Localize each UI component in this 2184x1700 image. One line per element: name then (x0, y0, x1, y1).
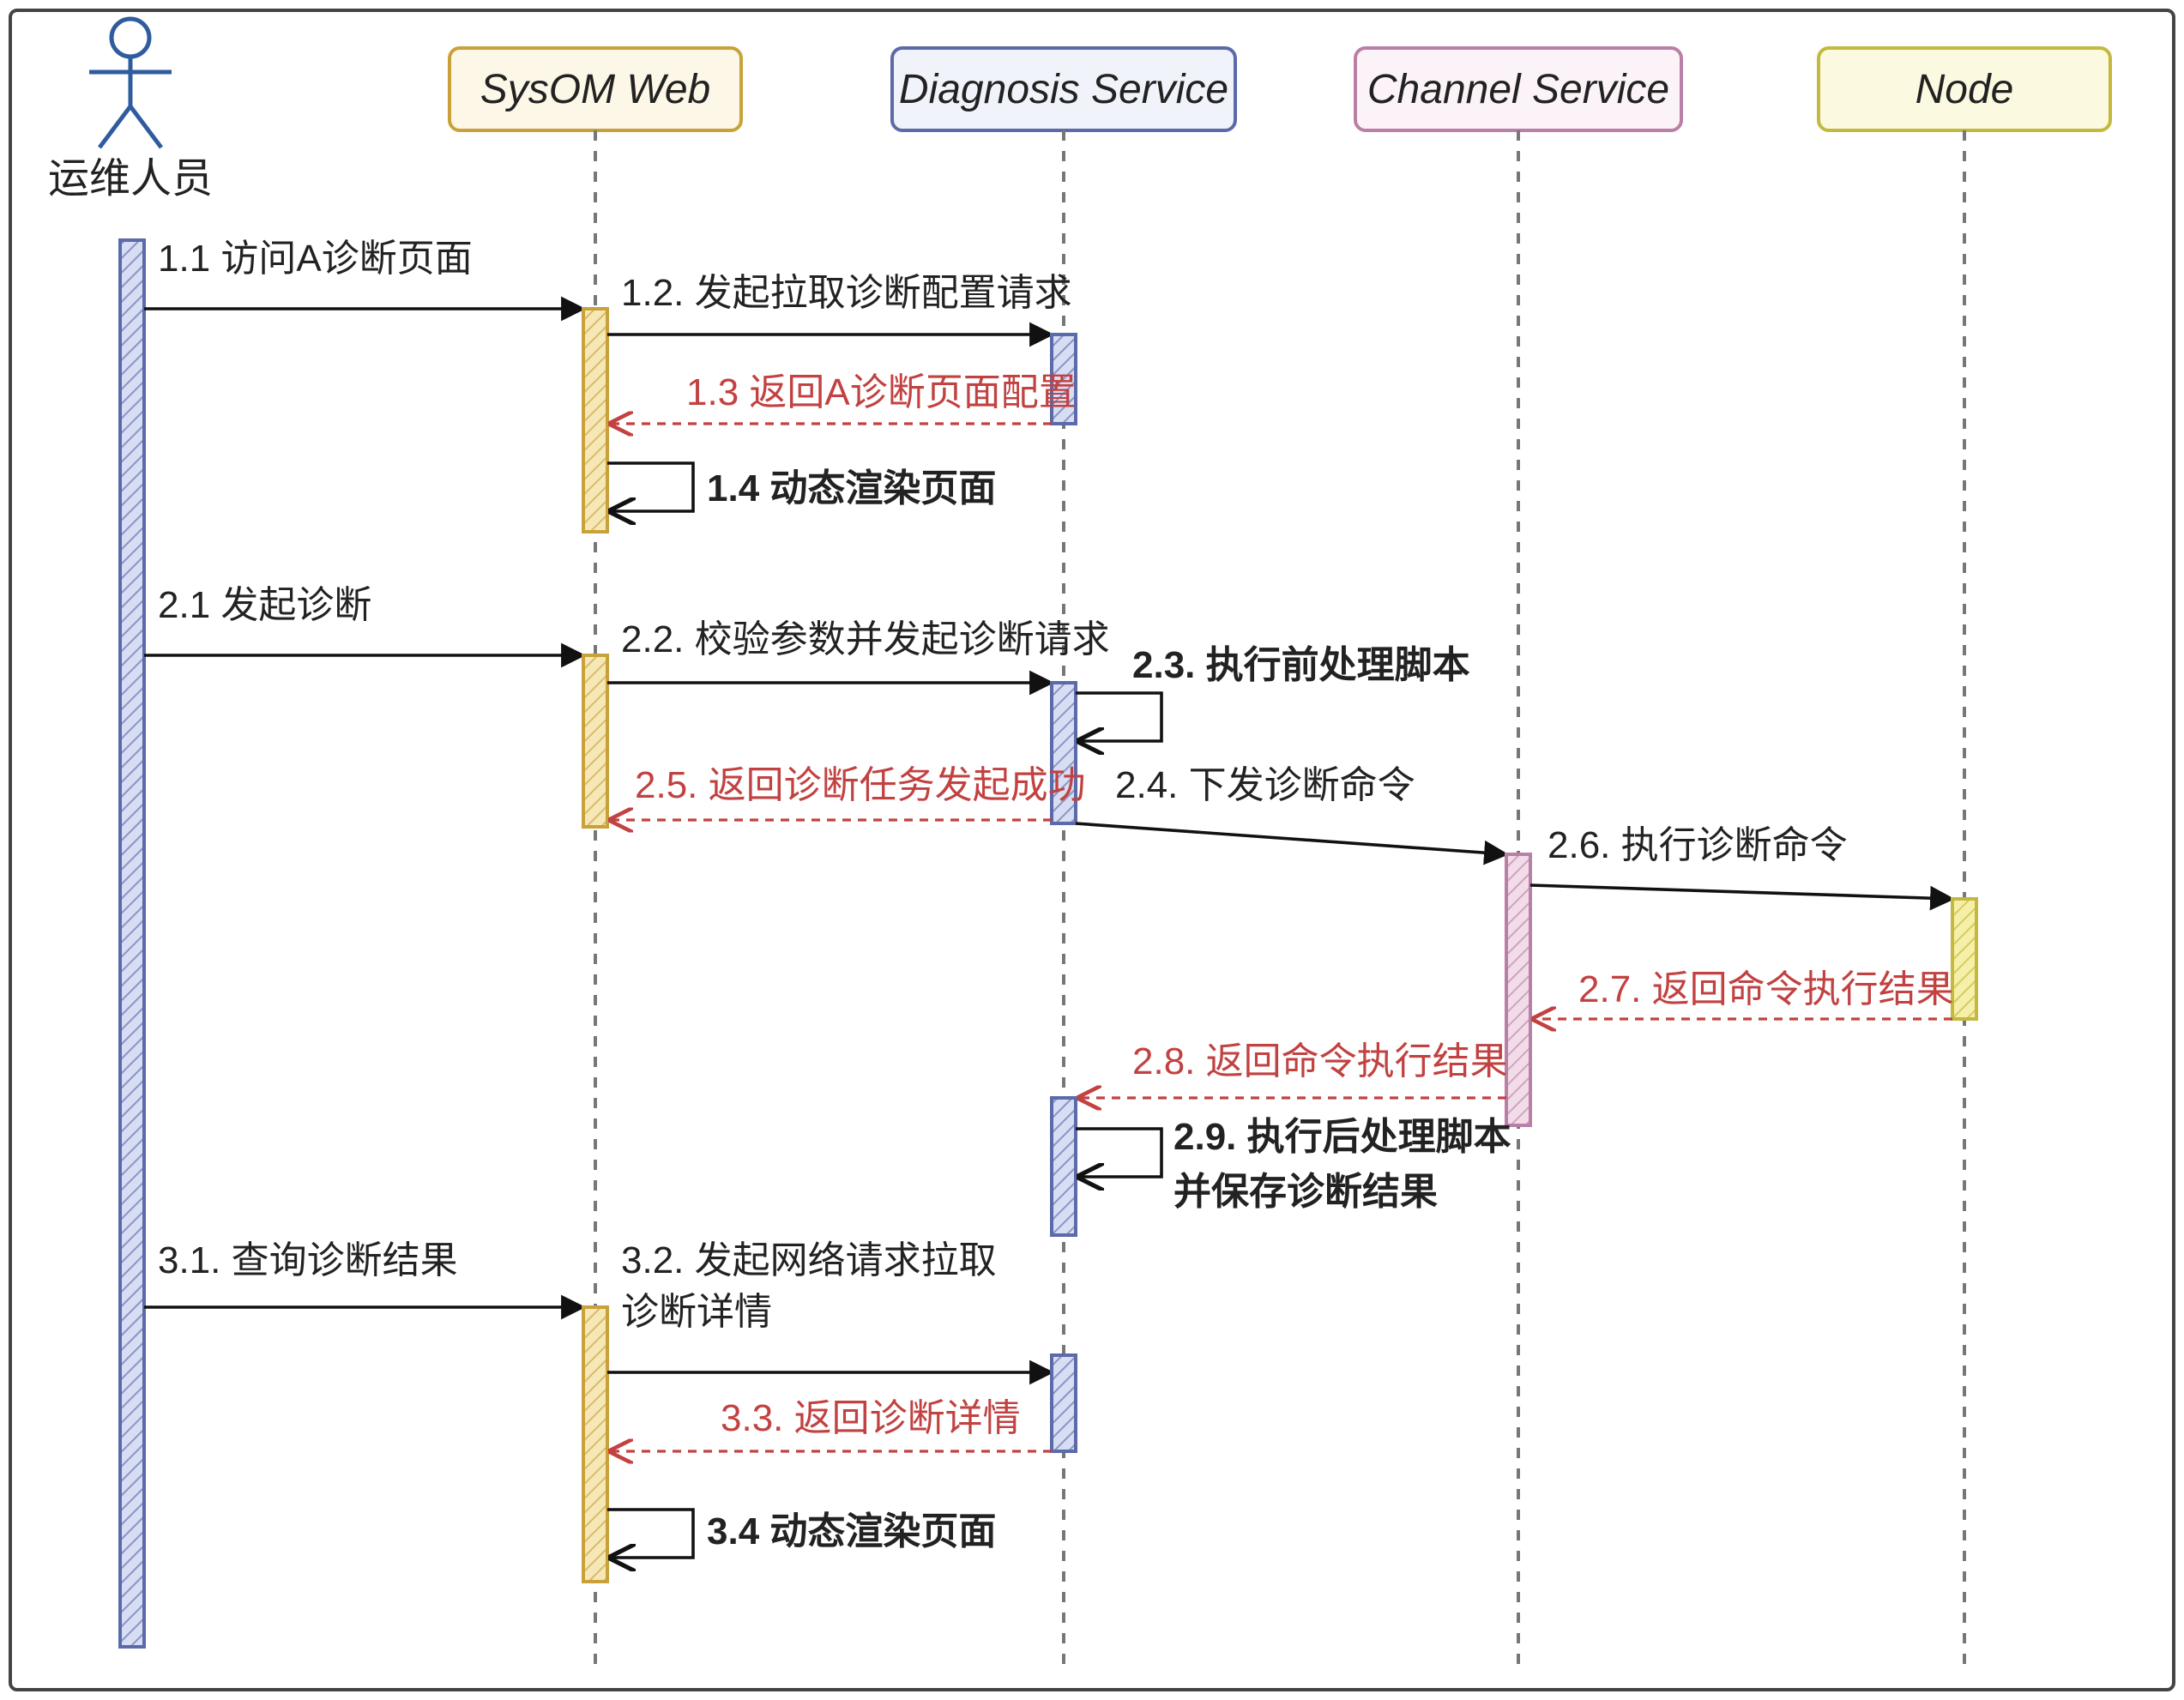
msg-2-3: 2.3. 执行前处理脚本 (1132, 644, 1470, 686)
exec-node (1952, 899, 1976, 1019)
sequence-diagram: 运维人员 SysOM Web Diagnosis Service Channel… (0, 0, 2184, 1700)
participant-web-label: SysOM Web (480, 67, 711, 112)
exec-diag-3 (1052, 1355, 1076, 1451)
arrow-2-3 (1076, 693, 1161, 741)
msg-2-7: 2.7. 返回命令执行结果 (1578, 968, 1954, 1010)
msg-1-4: 1.4 动态渲染页面 (707, 467, 996, 509)
msg-2-6: 2.6. 执行诊断命令 (1548, 824, 1848, 866)
actor-label: 运维人员 (48, 156, 213, 202)
exec-web-2 (583, 655, 607, 827)
participant-node-label: Node (1916, 67, 2014, 112)
arrow-3-4 (607, 1510, 693, 1558)
participant-channel: Channel Service (1355, 48, 1681, 130)
msg-1-3: 1.3 返回A诊断页面配置 (686, 371, 1077, 413)
msg-2-1: 2.1 发起诊断 (158, 584, 371, 626)
arrow-1-4 (607, 463, 693, 511)
exec-channel (1506, 854, 1530, 1125)
exec-diag-2b (1052, 1098, 1076, 1235)
msg-3-3: 3.3. 返回诊断详情 (721, 1397, 1021, 1439)
participant-channel-label: Channel Service (1367, 67, 1669, 112)
msg-2-9b: 并保存诊断结果 (1173, 1171, 1438, 1213)
msg-3-1: 3.1. 查询诊断结果 (158, 1239, 458, 1281)
exec-web-1 (583, 309, 607, 532)
participant-web: SysOM Web (449, 48, 741, 130)
msg-2-9a: 2.9. 执行后处理脚本 (1173, 1116, 1511, 1158)
msg-3-2a: 3.2. 发起网络请求拉取 (621, 1239, 997, 1281)
msg-2-2: 2.2. 校验参数并发起诊断请求 (621, 618, 1110, 660)
participant-diag-label: Diagnosis Service (899, 67, 1228, 112)
actor-icon (89, 19, 172, 148)
msg-1-1: 1.1 访问A诊断页面 (158, 238, 473, 280)
participant-diag: Diagnosis Service (892, 48, 1235, 130)
msg-1-2: 1.2. 发起拉取诊断配置请求 (621, 272, 1072, 314)
arrow-2-9 (1076, 1129, 1161, 1177)
exec-actor (120, 240, 144, 1647)
msg-2-5: 2.5. 返回诊断任务发起成功 (635, 764, 1086, 806)
msg-3-2b: 诊断详情 (621, 1291, 772, 1333)
msg-2-4: 2.4. 下发诊断命令 (1115, 764, 1415, 806)
arrow-2-4 (1076, 823, 1506, 854)
msg-2-8: 2.8. 返回命令执行结果 (1132, 1040, 1508, 1082)
arrow-2-6 (1530, 885, 1952, 899)
exec-web-3 (583, 1307, 607, 1582)
msg-3-4: 3.4 动态渲染页面 (707, 1510, 996, 1552)
participant-node: Node (1819, 48, 2110, 130)
